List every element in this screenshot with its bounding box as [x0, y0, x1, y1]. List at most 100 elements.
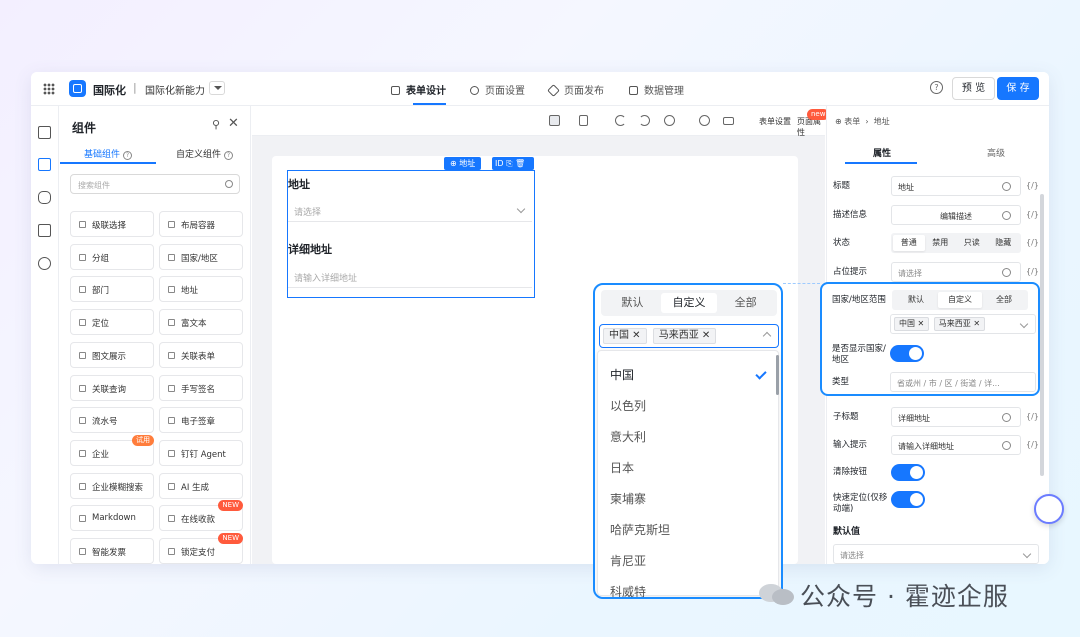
- components-icon[interactable]: [38, 158, 51, 171]
- country-option[interactable]: 科威特: [610, 583, 646, 597]
- country-option[interactable]: 中国: [610, 366, 634, 383]
- component-item[interactable]: 电子签章: [159, 407, 243, 434]
- pin-icon[interactable]: ⚲: [212, 118, 220, 131]
- range-all[interactable]: 全部: [982, 292, 1026, 308]
- placeholder-input[interactable]: 请选择: [891, 262, 1021, 282]
- component-item[interactable]: 国家/地区: [159, 243, 243, 270]
- country-option[interactable]: 日本: [610, 459, 634, 476]
- js-icon[interactable]: [38, 224, 51, 237]
- list-scrollbar[interactable]: [776, 355, 779, 395]
- form-settings-link[interactable]: 表单设置: [759, 116, 791, 127]
- country-multiselect[interactable]: 中国 ✕ 马来西亚 ✕: [599, 324, 779, 348]
- tab-page-publish[interactable]: 页面发布: [547, 82, 604, 97]
- desktop-view-icon[interactable]: [549, 115, 560, 126]
- component-item[interactable]: 布局容器: [159, 211, 243, 237]
- history-icon[interactable]: [664, 115, 675, 126]
- breadcrumb-item[interactable]: 表单: [844, 117, 860, 126]
- redo-icon[interactable]: [639, 115, 650, 126]
- formula-icon[interactable]: {/}: [1026, 181, 1039, 190]
- quick-locate-toggle[interactable]: [891, 491, 925, 508]
- field-type-tag[interactable]: ⊕ 地址: [444, 157, 482, 170]
- component-item[interactable]: 富文本: [159, 309, 243, 336]
- type-select[interactable]: 省或州 / 市 / 区 / 街道 / 详...: [890, 372, 1036, 392]
- default-value-select[interactable]: 请选择: [833, 544, 1039, 564]
- tab-properties[interactable]: 属性: [873, 146, 891, 159]
- range-default[interactable]: 默认: [894, 292, 938, 308]
- help-icon[interactable]: ?: [930, 81, 943, 94]
- component-item[interactable]: 关联表单: [159, 341, 243, 368]
- globe-icon[interactable]: [38, 257, 51, 270]
- tab-custom-components[interactable]: 自定义组件?: [176, 147, 234, 160]
- globe-icon[interactable]: [1002, 182, 1011, 191]
- field-actions-tag[interactable]: ID ⎘ 🗑: [492, 157, 534, 170]
- tab-basic-components[interactable]: 基础组件?: [84, 147, 133, 160]
- mobile-view-icon[interactable]: [579, 115, 588, 126]
- component-item[interactable]: 手写签名: [159, 374, 243, 401]
- close-icon[interactable]: ✕: [228, 116, 239, 131]
- props-scrollbar[interactable]: [1040, 194, 1044, 476]
- database-icon[interactable]: [38, 191, 51, 204]
- component-item[interactable]: 锁定支付 NEW: [159, 533, 243, 564]
- range-custom[interactable]: 自定义: [938, 292, 982, 308]
- component-search-input[interactable]: 搜索组件: [70, 174, 240, 194]
- mode-default[interactable]: 默认: [604, 293, 661, 313]
- globe-icon[interactable]: [1002, 211, 1011, 220]
- country-option[interactable]: 肯尼亚: [610, 552, 646, 569]
- save-button[interactable]: 保 存: [997, 77, 1039, 100]
- outline-icon[interactable]: [38, 126, 51, 139]
- tab-form-design[interactable]: 表单设计: [391, 82, 446, 105]
- component-item[interactable]: 关联查询: [70, 374, 154, 401]
- component-item[interactable]: 企业模糊搜索: [70, 472, 154, 499]
- country-option[interactable]: 意大利: [610, 428, 646, 445]
- subtitle-input[interactable]: 详细地址: [891, 407, 1021, 427]
- component-item[interactable]: 级联选择: [70, 211, 154, 237]
- formula-icon[interactable]: {/}: [1026, 440, 1039, 449]
- preview-button[interactable]: 预 览: [952, 77, 995, 100]
- component-item[interactable]: 流水号: [70, 407, 154, 434]
- formula-icon[interactable]: {/}: [1026, 238, 1039, 247]
- country-option[interactable]: 以色列: [610, 397, 646, 414]
- range-tag[interactable]: 马来西亚 ✕: [933, 317, 986, 331]
- component-item[interactable]: 在线收款 NEW: [159, 500, 243, 532]
- component-item[interactable]: 企业 试用: [70, 434, 154, 466]
- component-item[interactable]: 定位: [70, 309, 154, 336]
- input-hint-input[interactable]: 请输入详细地址: [891, 435, 1021, 455]
- form-name[interactable]: 国际化新能力: [145, 82, 205, 97]
- address-select[interactable]: 请选择: [288, 200, 532, 222]
- state-readonly[interactable]: 只读: [956, 235, 988, 251]
- state-hidden[interactable]: 隐藏: [988, 235, 1020, 251]
- help-icon[interactable]: ?: [123, 151, 133, 160]
- range-tag[interactable]: 中国 ✕: [894, 317, 930, 331]
- tab-advanced[interactable]: 高级: [987, 146, 1005, 159]
- component-item[interactable]: 钉钉 Agent: [159, 439, 243, 466]
- title-input[interactable]: 地址: [891, 176, 1021, 196]
- state-normal[interactable]: 普通: [893, 235, 925, 251]
- component-item[interactable]: 部门: [70, 276, 154, 303]
- apps-grid-icon[interactable]: [43, 83, 55, 95]
- app-name[interactable]: 国际化: [93, 82, 126, 98]
- component-item[interactable]: 智能发票: [70, 538, 154, 564]
- show-country-toggle[interactable]: [890, 345, 924, 362]
- country-option[interactable]: 柬埔寨: [610, 490, 646, 507]
- clear-button-toggle[interactable]: [891, 464, 925, 481]
- floating-assistant-button[interactable]: [1034, 494, 1064, 524]
- edit-description-button[interactable]: 编辑描述: [891, 205, 1021, 225]
- detail-address-input[interactable]: 请输入详细地址: [288, 266, 532, 288]
- country-tag[interactable]: 中国 ✕: [603, 328, 647, 344]
- country-tag[interactable]: 马来西亚 ✕: [652, 328, 717, 344]
- globe-icon[interactable]: [1002, 268, 1011, 277]
- range-tags-select[interactable]: 中国 ✕ 马来西亚 ✕: [890, 314, 1036, 334]
- component-item[interactable]: AI 生成: [159, 472, 243, 499]
- globe-icon[interactable]: [1002, 441, 1011, 450]
- formula-icon[interactable]: {/}: [1026, 210, 1039, 219]
- form-switch-dropdown-icon[interactable]: [209, 81, 225, 95]
- component-item[interactable]: 分组: [70, 243, 154, 270]
- component-item[interactable]: 图文展示: [70, 341, 154, 368]
- mode-custom[interactable]: 自定义: [660, 293, 718, 313]
- component-item[interactable]: Markdown: [70, 505, 154, 532]
- help-icon[interactable]: ?: [224, 151, 234, 160]
- state-disabled[interactable]: 禁用: [925, 235, 957, 251]
- search-icon[interactable]: [699, 115, 710, 126]
- country-option[interactable]: 哈萨克斯坦: [610, 521, 670, 538]
- keyboard-icon[interactable]: [723, 117, 734, 125]
